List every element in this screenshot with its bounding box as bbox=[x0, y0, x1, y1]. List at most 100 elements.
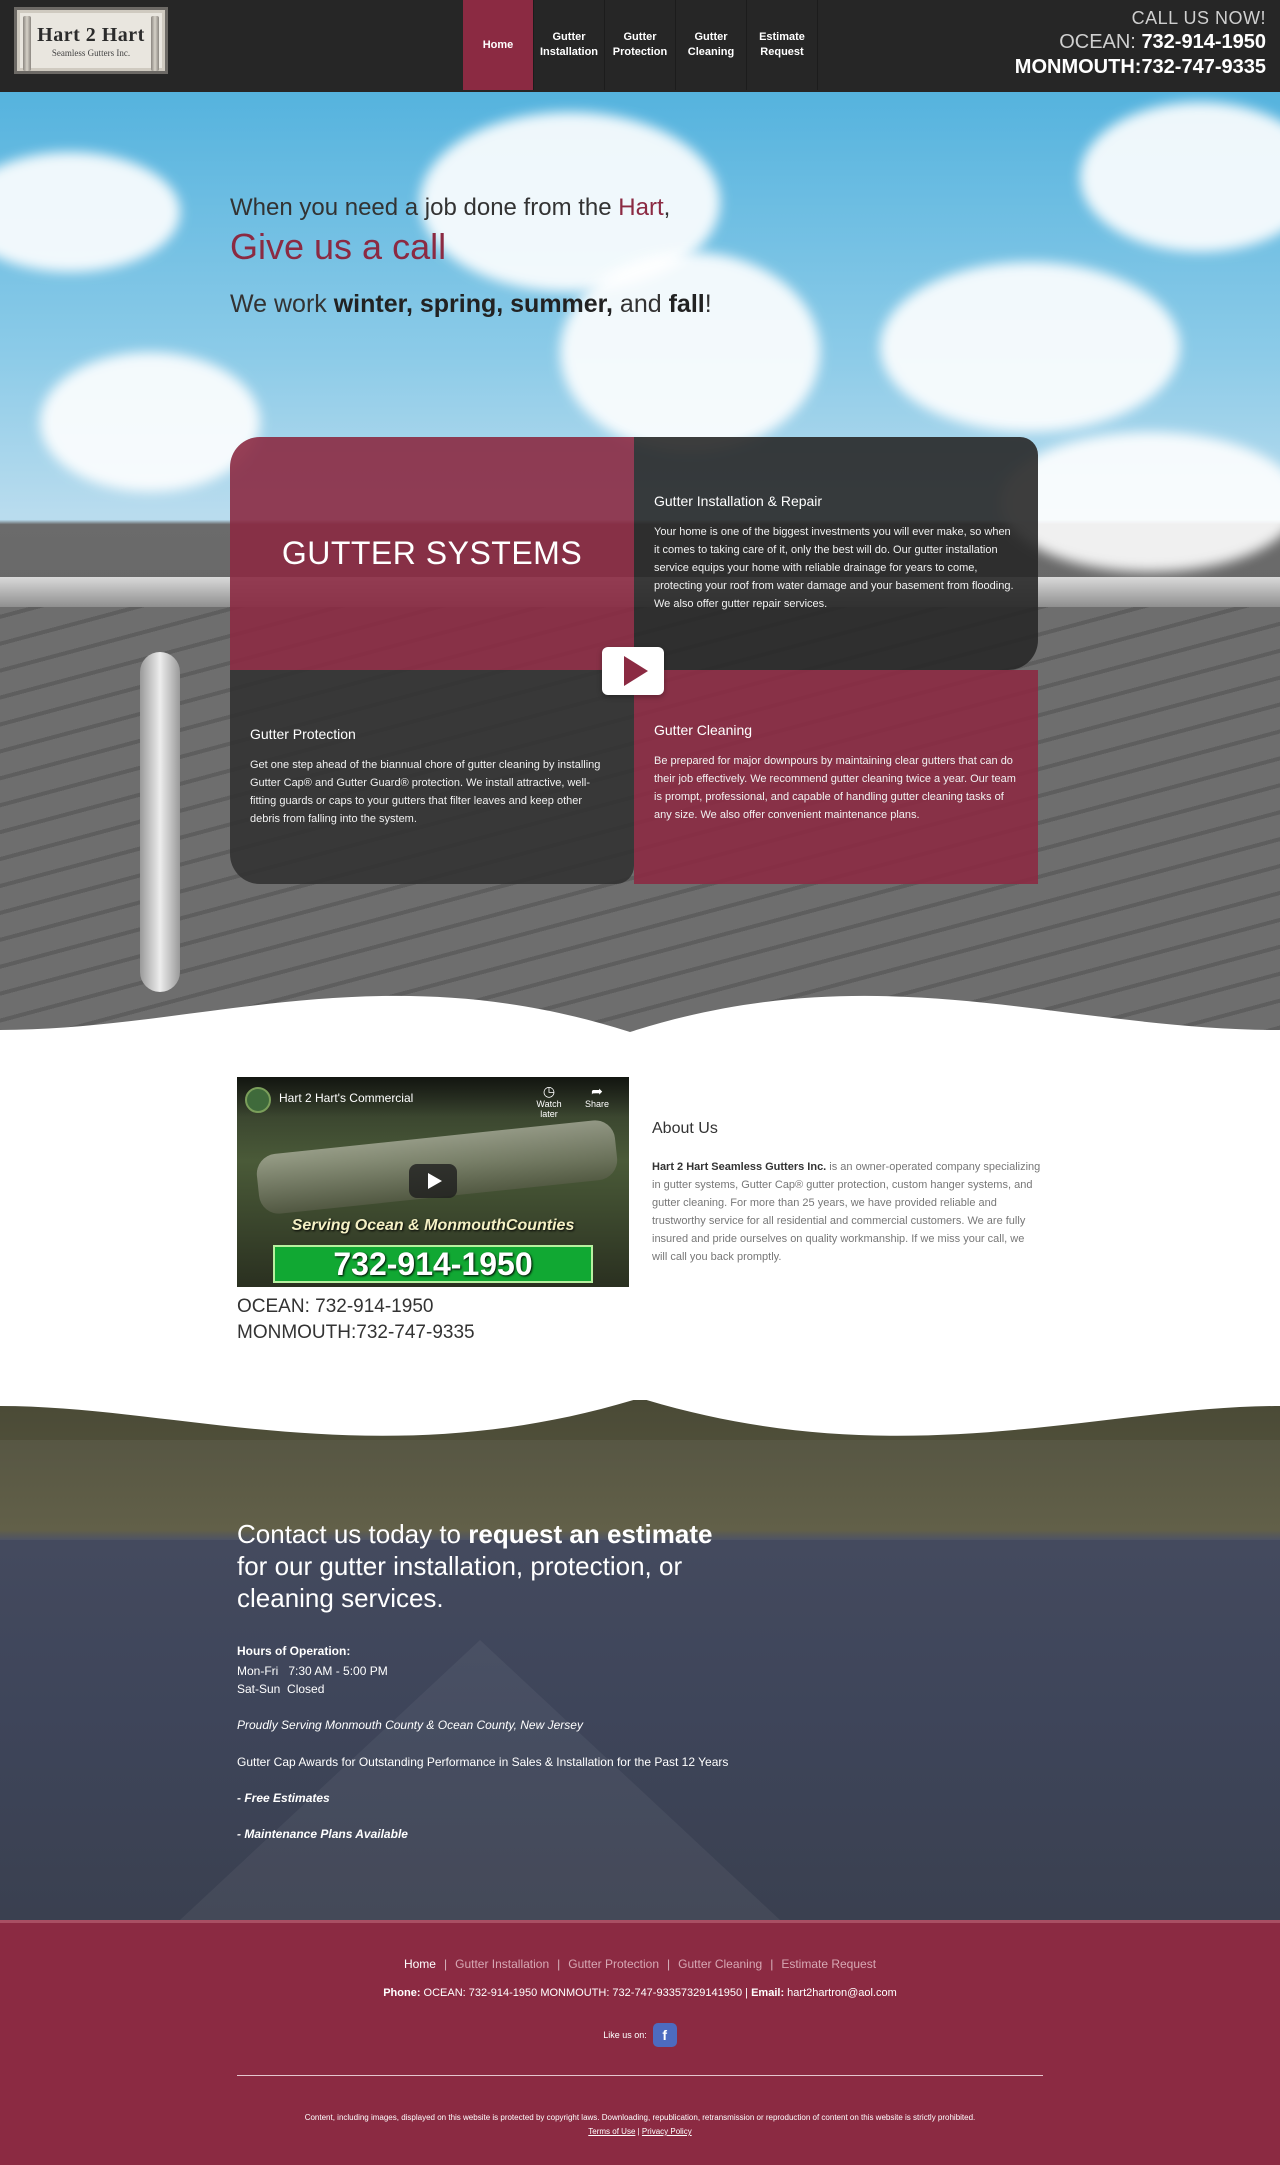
cleaning-title: Gutter Cleaning bbox=[654, 722, 753, 738]
cleaning-text: Be prepared for major downpours by maint… bbox=[654, 755, 1016, 821]
protection-title: Gutter Protection bbox=[250, 726, 356, 742]
footer-nav-sep: | bbox=[667, 1957, 671, 1971]
about-phones: OCEAN: 732-914-1950 MONMOUTH:732-747-933… bbox=[237, 1294, 475, 1346]
cloud bbox=[1080, 102, 1280, 252]
terms-link[interactable]: Terms of Use bbox=[588, 2127, 635, 2136]
logo-pillar-left bbox=[23, 16, 31, 71]
call-now-block: CALL US NOW! OCEAN: 732-914-1950 MONMOUT… bbox=[1015, 8, 1266, 79]
tagline-line-1-end: , bbox=[663, 194, 671, 221]
footer-nav-gutter-installation[interactable]: Gutter Installation bbox=[455, 1957, 549, 1971]
hours-title: Hours of Operation: bbox=[237, 1644, 351, 1658]
nav-gutter-installation[interactable]: Gutter Installation bbox=[534, 0, 605, 90]
contact-heading-post: for our gutter installation, protection,… bbox=[237, 1551, 683, 1613]
nav-home[interactable]: Home bbox=[463, 0, 534, 90]
facebook-icon[interactable]: f bbox=[652, 2023, 677, 2047]
like-us-label: Like us on: bbox=[603, 2030, 647, 2040]
share-label: Share bbox=[584, 1099, 610, 1109]
free-estimates: - Free Estimates bbox=[237, 1791, 330, 1805]
logo[interactable]: Hart 2 Hart Seamless Gutters Inc. bbox=[14, 7, 168, 74]
footer-nav-home[interactable]: Home bbox=[404, 1957, 436, 1971]
play-icon bbox=[428, 1173, 442, 1189]
about-body: is an owner-operated company specializin… bbox=[652, 1161, 1041, 1263]
footer-email-value[interactable]: hart2hartron@aol.com bbox=[784, 1987, 897, 1999]
protection-panel[interactable]: Gutter Protection Get one step ahead of … bbox=[230, 670, 634, 884]
hero-tagline: When you need a job done from the Hart, … bbox=[230, 194, 1030, 319]
share-button[interactable]: ➦ Share bbox=[577, 1083, 617, 1109]
hours-weekday: Mon-Fri 7:30 AM - 5:00 PM bbox=[237, 1664, 388, 1678]
nav-gutter-protection[interactable]: Gutter Protection bbox=[605, 0, 676, 90]
awards-text: Gutter Cap Awards for Outstanding Perfor… bbox=[237, 1755, 729, 1769]
serving-area: Proudly Serving Monmouth County & Ocean … bbox=[237, 1718, 583, 1732]
hours-weekend: Sat-Sun Closed bbox=[237, 1682, 325, 1696]
about-phone-ocean[interactable]: OCEAN: 732-914-1950 bbox=[237, 1294, 475, 1320]
footer-divider bbox=[237, 2075, 1043, 2076]
about-text: Hart 2 Hart Seamless Gutters Inc. is an … bbox=[652, 1158, 1042, 1266]
nav-gutter-cleaning[interactable]: Gutter Cleaning bbox=[676, 0, 747, 90]
footer-nav-sep: | bbox=[770, 1957, 774, 1971]
logo-pillar-right bbox=[151, 16, 159, 71]
contact-section: Contact us today to request an estimate … bbox=[0, 1400, 1280, 1920]
logo-main-text: Hart 2 Hart bbox=[37, 23, 145, 46]
contact-heading-pre: Contact us today to bbox=[237, 1519, 469, 1549]
footer-contact: Phone: OCEAN: 732-914-1950 MONMOUTH: 732… bbox=[0, 1987, 1280, 1999]
footer-nav-gutter-protection[interactable]: Gutter Protection bbox=[568, 1957, 659, 1971]
request-estimate-link[interactable]: request an estimate bbox=[468, 1519, 712, 1549]
footer-nav-estimate-request[interactable]: Estimate Request bbox=[781, 1957, 876, 1971]
tagline-line-3: We work winter, spring, summer, and fall… bbox=[230, 290, 1030, 319]
about-company-name: Hart 2 Hart Seamless Gutters Inc. bbox=[652, 1161, 827, 1173]
main-nav: Home Gutter Installation Gutter Protecti… bbox=[463, 0, 818, 90]
logo-sub-text: Seamless Gutters Inc. bbox=[51, 47, 131, 58]
privacy-link[interactable]: Privacy Policy bbox=[642, 2127, 692, 2136]
cloud bbox=[1000, 432, 1280, 572]
tagline-line-1-text: When you need a job done from the bbox=[230, 194, 619, 221]
footer-phone-value[interactable]: OCEAN: 732-914-1950 MONMOUTH: 732-747-93… bbox=[420, 1987, 751, 1999]
installation-panel[interactable]: Gutter Installation & Repair Your home i… bbox=[634, 437, 1038, 670]
about-phone-monmouth[interactable]: MONMOUTH:732-747-9335 bbox=[237, 1320, 475, 1346]
tagline-seasons: winter, spring, summer, bbox=[333, 290, 613, 318]
nav-estimate-request[interactable]: Estimate Request bbox=[747, 0, 818, 90]
tagline-line-1: When you need a job done from the Hart, bbox=[230, 194, 1030, 222]
downspout bbox=[140, 652, 180, 992]
site-footer: Home | Gutter Installation | Gutter Protecti… bbox=[0, 1920, 1280, 2165]
installation-title: Gutter Installation & Repair bbox=[654, 493, 823, 509]
tagline-accent: Hart bbox=[618, 194, 664, 221]
footer-nav-sep: | bbox=[443, 1957, 448, 1971]
site-header: Hart 2 Hart Seamless Gutters Inc. Home G… bbox=[0, 0, 1280, 92]
cloud bbox=[0, 152, 180, 272]
video-play-button[interactable] bbox=[409, 1164, 457, 1198]
cleaning-panel[interactable]: Gutter Cleaning Be prepared for major do… bbox=[634, 670, 1038, 884]
footer-nav-sep: | bbox=[557, 1957, 561, 1971]
gutter-systems-title: GUTTER SYSTEMS bbox=[281, 535, 583, 571]
about-title: About Us bbox=[652, 1120, 718, 1137]
watch-later-label: Watch later bbox=[536, 1099, 562, 1119]
video-embed[interactable]: Hart 2 Hart's Commercial ◷ Watch later ➦… bbox=[237, 1077, 629, 1287]
footer-phone-label: Phone: bbox=[383, 1987, 421, 1999]
installation-text: Your home is one of the biggest investme… bbox=[654, 526, 1014, 610]
ocean-phone[interactable]: 732-914-1950 bbox=[1141, 31, 1266, 53]
ocean-label: OCEAN: bbox=[1059, 31, 1136, 53]
footer-copyright: Content, including images, displayed on … bbox=[300, 2111, 980, 2139]
monmouth-phone-line: MONMOUTH:732-747-9335 bbox=[1015, 56, 1266, 79]
footer-nav-gutter-cleaning[interactable]: Gutter Cleaning bbox=[678, 1957, 762, 1971]
contact-wave-divider bbox=[0, 1400, 1280, 1436]
watch-later-button[interactable]: ◷ Watch later bbox=[529, 1083, 569, 1119]
about-section: Hart 2 Hart's Commercial ◷ Watch later ➦… bbox=[0, 1032, 1280, 1400]
hero-wave-divider bbox=[0, 995, 1280, 1032]
footer-email-label: Email: bbox=[751, 1987, 785, 1999]
channel-avatar[interactable] bbox=[245, 1087, 271, 1113]
services-grid: GUTTER SYSTEMS Gutter Installation & Rep… bbox=[230, 437, 1038, 884]
gutter-systems-panel: GUTTER SYSTEMS bbox=[230, 437, 634, 670]
video-phone-text: 732-914-1950 bbox=[273, 1245, 593, 1283]
play-video-button[interactable] bbox=[602, 647, 664, 695]
cloud bbox=[40, 352, 260, 492]
ocean-phone-line: OCEAN: 732-914-1950 bbox=[1015, 31, 1266, 54]
protection-text: Get one step ahead of the biannual chore… bbox=[250, 759, 601, 825]
contact-heading: Contact us today to request an estimate … bbox=[237, 1518, 717, 1614]
play-icon bbox=[624, 656, 648, 686]
tagline-exclaim: ! bbox=[704, 290, 712, 318]
maintenance-plans: - Maintenance Plans Available bbox=[237, 1827, 408, 1841]
tagline-fall: fall bbox=[668, 290, 705, 318]
footer-social: Like us on: f bbox=[0, 2023, 1280, 2047]
monmouth-phone[interactable]: 732-747-9335 bbox=[1141, 56, 1266, 78]
video-title[interactable]: Hart 2 Hart's Commercial bbox=[279, 1091, 413, 1105]
